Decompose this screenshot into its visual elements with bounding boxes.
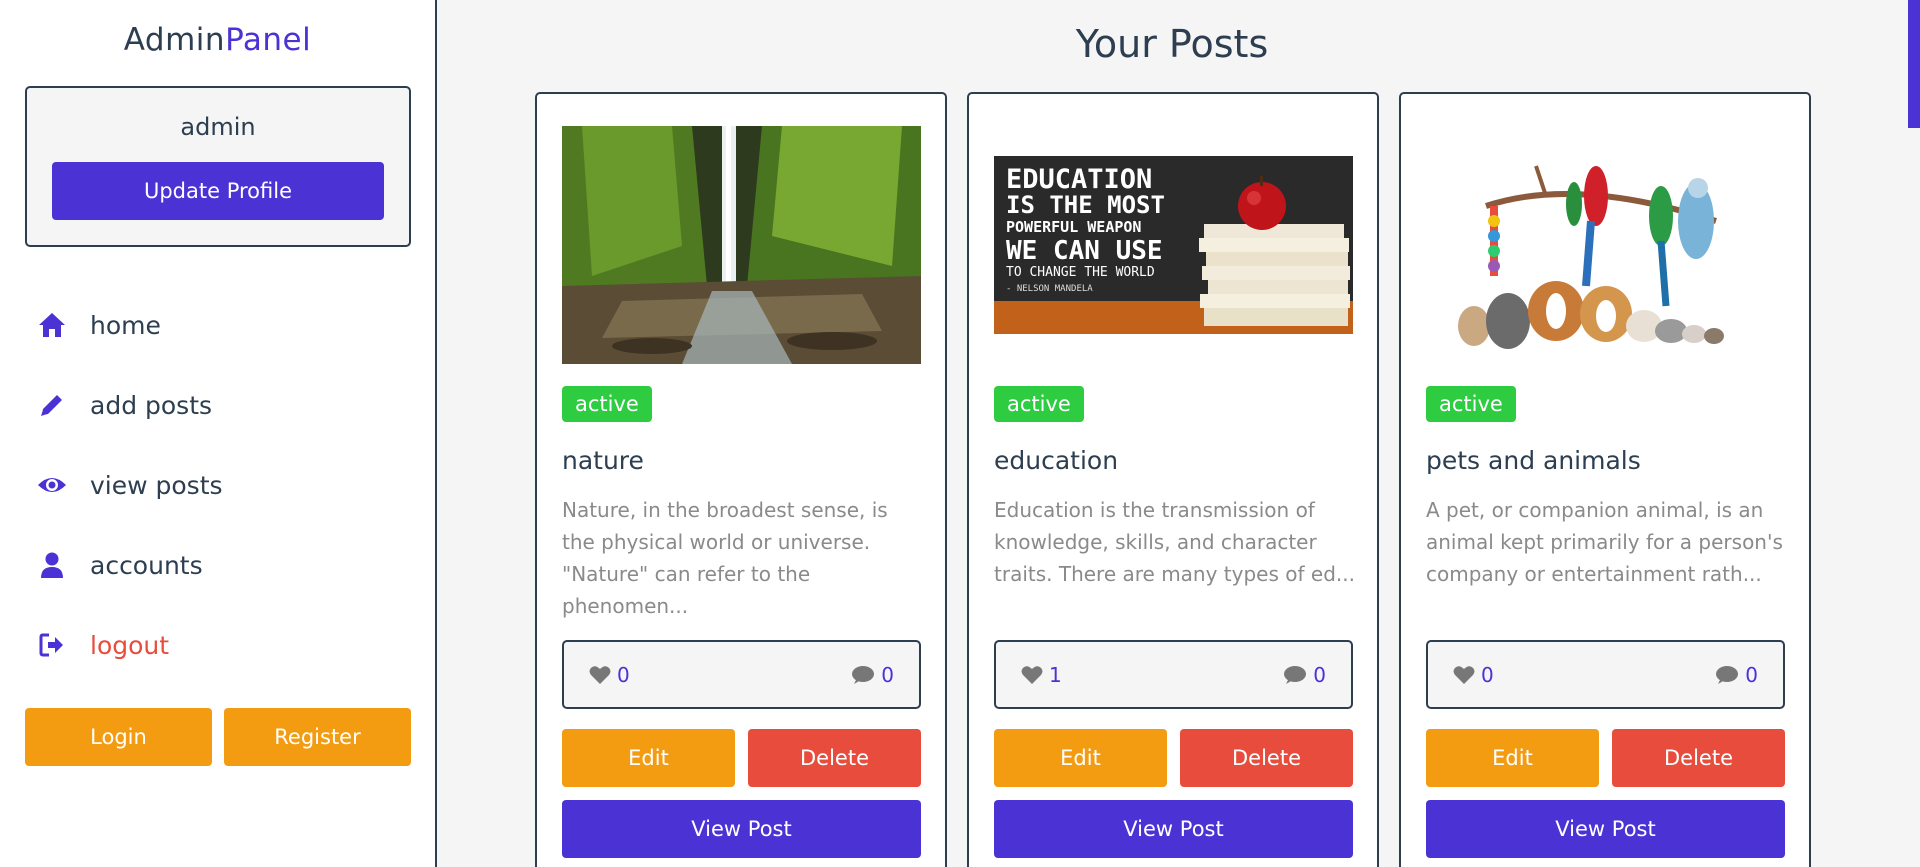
sidebar: AdminPanel admin Update Profile home add… — [0, 0, 437, 867]
post-image-education: EDUCATION IS THE MOST POWERFUL WEAPON WE… — [994, 126, 1353, 364]
delete-button[interactable]: Delete — [1612, 729, 1785, 787]
comments-stat[interactable]: 0 — [851, 663, 894, 687]
post-actions: Edit Delete — [994, 729, 1353, 787]
sidebar-item-view-posts[interactable]: view posts — [0, 445, 435, 525]
sidebar-item-label: home — [90, 310, 161, 340]
comments-count: 0 — [1313, 662, 1326, 687]
edit-button[interactable]: Edit — [1426, 729, 1599, 787]
sidebar-item-logout[interactable]: logout — [0, 605, 435, 685]
sidebar-item-label: add posts — [90, 390, 213, 420]
likes-stat[interactable]: 0 — [1453, 663, 1494, 687]
status-badge: active — [994, 386, 1084, 422]
update-profile-button[interactable]: Update Profile — [52, 162, 384, 220]
comments-count: 0 — [881, 662, 894, 687]
register-button[interactable]: Register — [224, 708, 411, 766]
delete-button[interactable]: Delete — [1180, 729, 1353, 787]
login-button[interactable]: Login — [25, 708, 212, 766]
view-post-button[interactable]: View Post — [562, 800, 921, 858]
comments-count: 0 — [1745, 662, 1758, 687]
heart-icon — [589, 665, 611, 684]
post-card: active nature Nature, in the broadest se… — [535, 92, 947, 867]
image-text-line: IS THE MOST — [1006, 191, 1165, 219]
comments-stat[interactable]: 0 — [1715, 663, 1758, 687]
post-title: nature — [562, 446, 644, 475]
likes-count: 1 — [1049, 662, 1062, 687]
profile-card: admin Update Profile — [25, 86, 411, 247]
image-text-line: WE CAN USE — [1006, 236, 1163, 266]
heart-icon — [1021, 665, 1043, 684]
sidebar-item-label: view posts — [90, 470, 223, 500]
post-stats: 1 0 — [994, 640, 1353, 709]
edit-button[interactable]: Edit — [994, 729, 1167, 787]
delete-button[interactable]: Delete — [748, 729, 921, 787]
eye-icon — [36, 469, 68, 501]
sidebar-item-add-posts[interactable]: add posts — [0, 365, 435, 445]
comments-stat[interactable]: 0 — [1283, 663, 1326, 687]
post-stats: 0 0 — [1426, 640, 1785, 709]
post-image-waterfall — [562, 126, 921, 364]
comment-icon — [852, 665, 875, 684]
post-excerpt: Nature, in the broadest sense, is the ph… — [562, 498, 888, 618]
image-text-line: - NELSON MANDELA — [1006, 284, 1093, 294]
status-badge: active — [1426, 386, 1516, 422]
scrollbar-thumb[interactable] — [1908, 0, 1920, 128]
sidebar-item-label: logout — [90, 630, 170, 660]
edit-button[interactable]: Edit — [562, 729, 735, 787]
sidebar-item-label: accounts — [90, 550, 203, 580]
heart-icon — [1453, 665, 1475, 684]
status-badge: active — [562, 386, 652, 422]
home-icon — [36, 309, 68, 341]
likes-stat[interactable]: 1 — [1021, 663, 1062, 687]
user-icon — [36, 549, 68, 581]
main-content: Your Posts active nature Nature, in the … — [437, 0, 1920, 867]
logout-icon — [36, 629, 68, 661]
sidebar-nav: home add posts view posts accounts logou… — [0, 285, 435, 685]
post-stats: 0 0 — [562, 640, 921, 709]
post-actions: Edit Delete — [562, 729, 921, 787]
comment-icon — [1716, 665, 1739, 684]
post-title: education — [994, 446, 1119, 475]
view-post-button[interactable]: View Post — [994, 800, 1353, 858]
likes-count: 0 — [617, 662, 630, 687]
page-title: Your Posts — [1075, 22, 1269, 66]
view-post-button[interactable]: View Post — [1426, 800, 1785, 858]
auth-buttons: Login Register — [25, 708, 411, 766]
post-title: pets and animals — [1426, 446, 1641, 475]
image-text-line: TO CHANGE THE WORLD — [1006, 265, 1155, 280]
pencil-icon — [36, 389, 68, 421]
sidebar-item-home[interactable]: home — [0, 285, 435, 365]
sidebar-item-accounts[interactable]: accounts — [0, 525, 435, 605]
comment-icon — [1284, 665, 1307, 684]
post-card: EDUCATION IS THE MOST POWERFUL WEAPON WE… — [967, 92, 1379, 867]
post-card: active pets and animals A pet, or compan… — [1399, 92, 1811, 867]
profile-username: admin — [180, 113, 256, 141]
post-excerpt: Education is the transmission of knowled… — [994, 498, 1355, 586]
post-excerpt: A pet, or companion animal, is an animal… — [1426, 498, 1783, 586]
brand-logo[interactable]: AdminPanel — [0, 22, 435, 58]
image-text-line: POWERFUL WEAPON — [1006, 218, 1141, 236]
likes-stat[interactable]: 0 — [589, 663, 630, 687]
brand-logo-part1: Admin — [123, 22, 226, 58]
likes-count: 0 — [1481, 662, 1494, 687]
post-actions: Edit Delete — [1426, 729, 1785, 787]
posts-grid: active nature Nature, in the broadest se… — [535, 92, 1811, 867]
brand-logo-part2: Panel — [225, 22, 312, 58]
post-image-pets — [1426, 126, 1785, 364]
